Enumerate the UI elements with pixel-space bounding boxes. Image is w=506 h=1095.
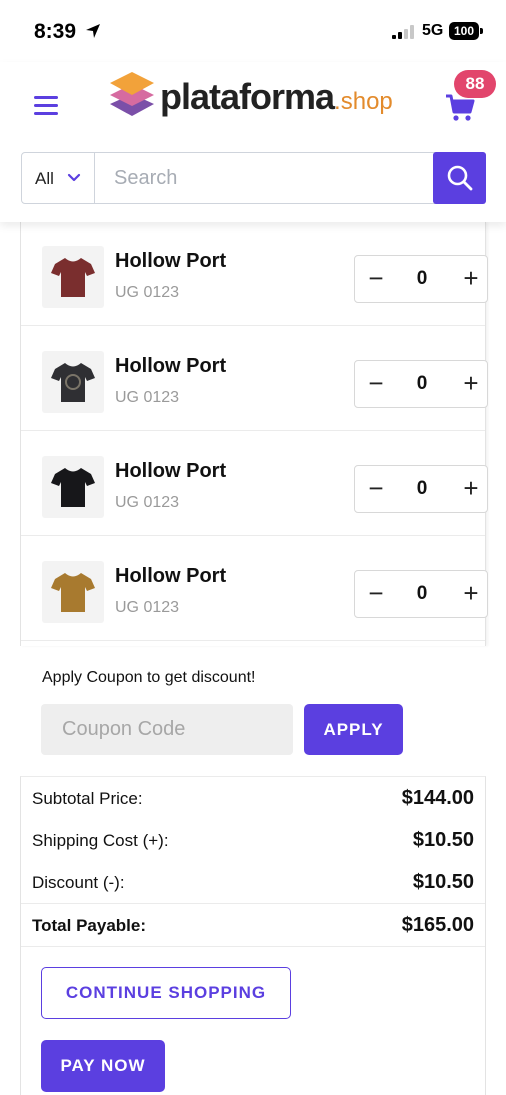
item-sku: UG 0123 [115,599,180,616]
coupon-code-input[interactable] [41,704,293,755]
logo-main: plataforma [160,76,335,117]
product-thumbnail[interactable] [42,246,104,308]
quantity-value[interactable]: 0 [407,268,437,290]
category-label: All [35,169,54,188]
subtotal-label: Subtotal Price: [32,789,143,808]
item-name: Hollow Port [115,355,227,377]
search-bar: All [21,152,486,204]
cart-item: Hollow Port UG 0123 − 0 + [21,537,488,641]
cart-count-badge[interactable]: 88 [454,70,496,98]
quantity-stepper: − 0 + [354,465,488,513]
quantity-value[interactable]: 0 [407,583,437,605]
decrement-button[interactable]: − [363,265,389,292]
logo-mark-icon [110,72,154,116]
tshirt-icon [51,573,95,612]
item-sku: UG 0123 [115,284,180,301]
product-thumbnail[interactable] [42,456,104,518]
header: plataforma.shop 88 All [0,62,506,222]
total-payable-value: $165.00 [401,914,474,936]
continue-shopping-button[interactable]: CONTINUE SHOPPING [41,967,291,1019]
category-dropdown[interactable]: All [22,153,95,203]
product-thumbnail[interactable] [42,351,104,413]
tshirt-icon [51,258,95,297]
item-name: Hollow Port [115,565,227,587]
logo-text: plataforma.shop [160,76,393,118]
total-payable-row: Total Payable: $165.00 [21,903,485,947]
location-arrow-icon [86,24,100,38]
search-button[interactable] [433,152,486,204]
signal-icon [392,25,414,39]
discount-label: Discount (-): [32,873,125,892]
status-time: 8:39 [34,20,77,43]
increment-button[interactable]: + [458,475,484,502]
search-icon [447,165,473,191]
quantity-stepper: − 0 + [354,255,488,303]
logo-suffix: .shop [334,88,393,115]
item-name: Hollow Port [115,460,227,482]
chevron-down-icon [67,173,81,182]
status-bar: 8:39 5G 100 [0,0,506,62]
hamburger-menu-icon[interactable] [34,96,60,116]
cart-items-list: Hollow Port UG 0123 − 0 + Hollow Port UG… [20,222,488,646]
quantity-value[interactable]: 0 [407,373,437,395]
discount-row: Discount (-): $10.50 [21,861,485,903]
tshirt-icon [51,468,95,507]
discount-value: $10.50 [412,871,474,893]
quantity-stepper: − 0 + [354,360,488,408]
cart-item: Hollow Port UG 0123 − 0 + [21,432,488,536]
subtotal-row: Subtotal Price: $144.00 [21,777,485,819]
cart-item: Hollow Port UG 0123 − 0 + [21,327,488,431]
shipping-value: $10.50 [412,829,474,851]
network-label: 5G [422,22,444,39]
item-name: Hollow Port [115,250,227,272]
item-sku: UG 0123 [115,389,180,406]
quantity-stepper: − 0 + [354,570,488,618]
increment-button[interactable]: + [458,370,484,397]
shipping-label: Shipping Cost (+): [32,831,169,850]
order-totals: Subtotal Price: $144.00 Shipping Cost (+… [20,776,486,947]
search-input[interactable] [96,153,434,203]
decrement-button[interactable]: − [363,475,389,502]
shipping-row: Shipping Cost (+): $10.50 [21,819,485,861]
total-payable-label: Total Payable: [32,916,146,935]
apply-coupon-button[interactable]: APPLY [304,704,403,755]
battery-icon: 100 [449,22,479,40]
battery-tip [480,28,483,34]
tshirt-icon [51,363,95,402]
increment-button[interactable]: + [458,580,484,607]
increment-button[interactable]: + [458,265,484,292]
item-sku: UG 0123 [115,494,180,511]
coupon-label: Apply Coupon to get discount! [42,669,256,686]
subtotal-value: $144.00 [401,787,474,809]
cart-item: Hollow Port UG 0123 − 0 + [21,222,488,326]
decrement-button[interactable]: − [363,370,389,397]
decrement-button[interactable]: − [363,580,389,607]
quantity-value[interactable]: 0 [407,478,437,500]
product-thumbnail[interactable] [42,561,104,623]
pay-now-button[interactable]: PAY NOW [41,1040,165,1092]
